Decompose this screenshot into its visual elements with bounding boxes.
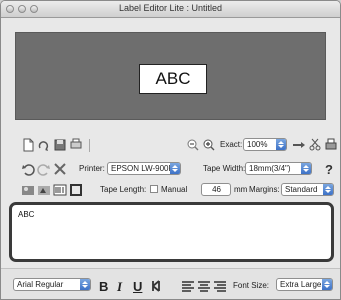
bold-button[interactable]: B [99, 279, 108, 294]
align-center-icon[interactable] [197, 279, 211, 293]
app-window: Label Editor Lite : Untitled ABC Exact: … [0, 0, 341, 300]
italic-button[interactable]: I [117, 279, 122, 295]
new-document-icon[interactable] [21, 138, 35, 152]
label-preview: ABC [139, 64, 207, 94]
margins-select[interactable]: Standard [281, 183, 334, 196]
title-bar: Label Editor Lite : Untitled [1, 1, 340, 18]
align-right-icon[interactable] [213, 279, 227, 293]
manual-label: Manual [161, 185, 188, 194]
align-left-icon[interactable] [181, 279, 195, 293]
toolbar-printer: Printer: EPSON LW-900P Tape Width: 18mm(… [7, 161, 336, 179]
insert-symbol-icon[interactable] [37, 183, 51, 197]
printer-select[interactable]: EPSON LW-900P [107, 162, 181, 175]
font-effect-icon[interactable] [151, 279, 165, 293]
font-family-select[interactable]: Arial Regular [13, 278, 91, 291]
tape-width-select[interactable]: 18mm(3/4") [245, 162, 312, 175]
font-size-label: Font Size: [233, 281, 270, 290]
toolbar-tape: Tape Length: Manual 46 mm Margins: Stand… [7, 182, 336, 200]
redo-icon[interactable] [37, 162, 51, 176]
zoom-out-icon[interactable] [186, 138, 200, 152]
tools-icon[interactable] [308, 138, 322, 152]
open-icon[interactable] [37, 138, 51, 152]
save-icon[interactable] [53, 138, 67, 152]
format-bar: Arial Regular B I U Font Size: Extra Lar… [1, 268, 340, 299]
svg-text:?: ? [325, 162, 333, 176]
window-title: Label Editor Lite : Untitled [118, 3, 223, 13]
help-icon[interactable]: ? [322, 162, 336, 176]
zoom-select[interactable]: 100% [243, 138, 287, 151]
manual-checkbox[interactable] [150, 185, 158, 193]
tape-cut-icon[interactable] [292, 138, 306, 152]
print-preview-icon[interactable] [69, 138, 83, 152]
delete-icon[interactable] [53, 162, 67, 176]
underline-button[interactable]: U [133, 279, 142, 294]
tape-width-label: Tape Width: [203, 164, 246, 173]
tape-length-field[interactable]: 46 [201, 183, 231, 196]
toolbar-separator [89, 139, 90, 152]
printer-label: Printer: [79, 164, 105, 173]
tape-length-label: Tape Length: [100, 185, 147, 194]
frame-icon[interactable] [69, 183, 83, 197]
insert-barcode-icon[interactable] [53, 183, 67, 197]
zoom-in-icon[interactable] [202, 138, 216, 152]
undo-icon[interactable] [21, 162, 35, 176]
editor-text: ABC [18, 210, 35, 219]
margins-label: Margins: [249, 185, 280, 194]
insert-image-icon[interactable] [21, 183, 35, 197]
exact-label: Exact: [220, 140, 243, 149]
print-icon[interactable] [324, 138, 338, 152]
text-editor[interactable]: ABC [9, 202, 334, 262]
toolbar-file: Exact: 100% [7, 137, 338, 155]
font-size-select[interactable]: Extra Large [276, 278, 333, 291]
unit-label: mm [234, 185, 248, 194]
